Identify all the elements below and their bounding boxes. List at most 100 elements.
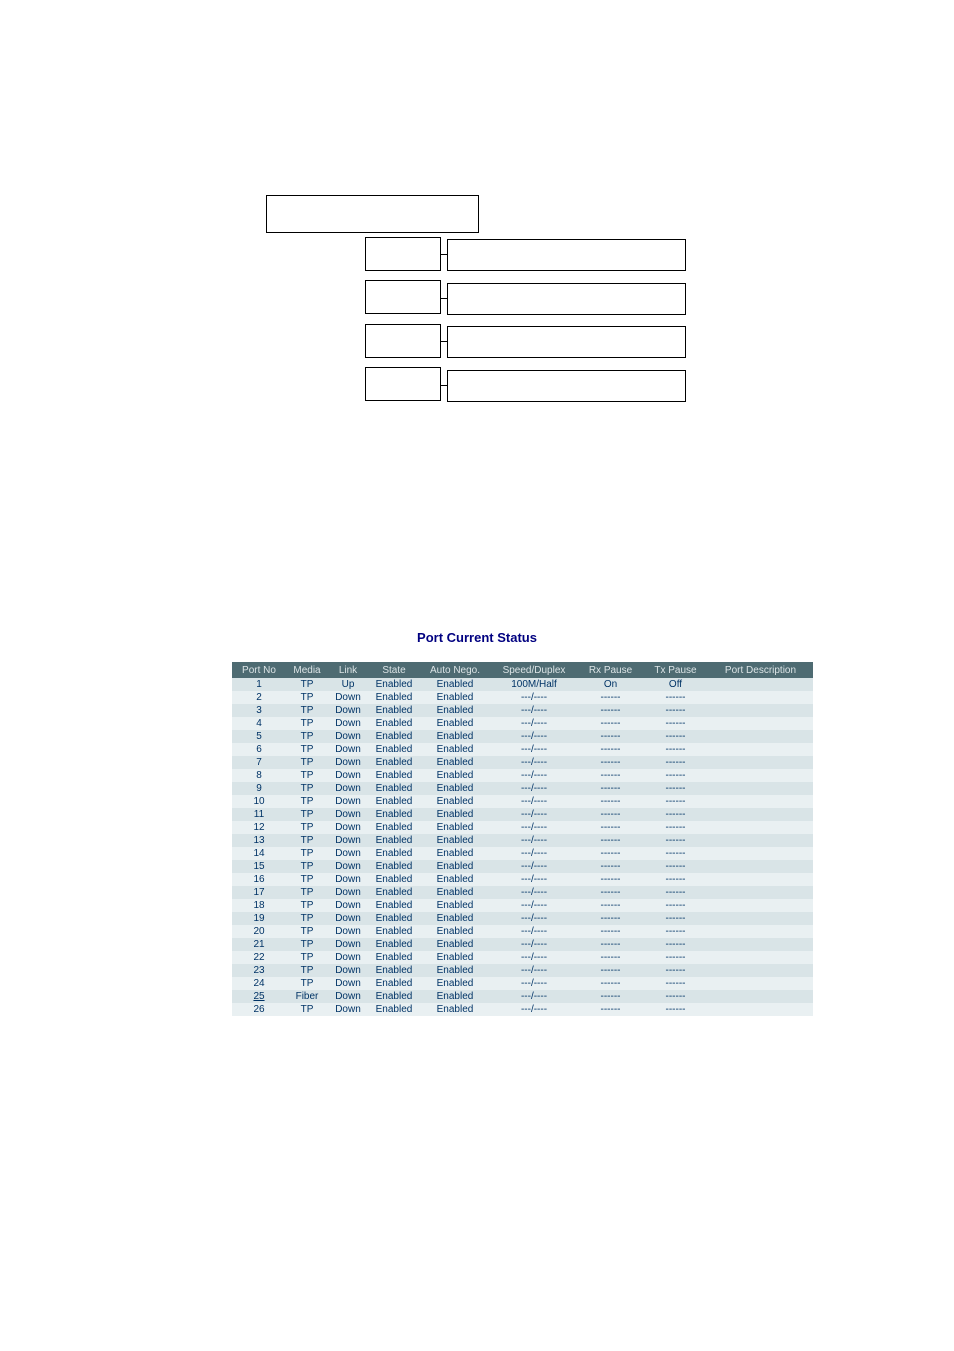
cell-port-no[interactable]: 25 bbox=[232, 990, 286, 1003]
cell-port-no: 24 bbox=[232, 977, 286, 990]
table-row: 24TPDownEnabledEnabled---/--------------… bbox=[232, 977, 813, 990]
th-rx-pause: Rx Pause bbox=[578, 662, 643, 678]
cell-tx-pause: ------ bbox=[643, 769, 708, 782]
cell-port-no: 19 bbox=[232, 912, 286, 925]
table-row: 5TPDownEnabledEnabled---/---------------… bbox=[232, 730, 813, 743]
cell-state: Enabled bbox=[368, 756, 420, 769]
cell-auto-nego: Enabled bbox=[420, 795, 490, 808]
cell-link: Down bbox=[328, 821, 368, 834]
table-row: 14TPDownEnabledEnabled---/--------------… bbox=[232, 847, 813, 860]
cell-state: Enabled bbox=[368, 860, 420, 873]
cell-port-no: 18 bbox=[232, 899, 286, 912]
cell-tx-pause: ------ bbox=[643, 782, 708, 795]
cell-state: Enabled bbox=[368, 873, 420, 886]
cell-link: Down bbox=[328, 769, 368, 782]
cell-state: Enabled bbox=[368, 717, 420, 730]
cell-link: Down bbox=[328, 873, 368, 886]
cell-port-desc bbox=[708, 912, 813, 925]
tree-root-box bbox=[266, 195, 479, 233]
cell-port-no: 8 bbox=[232, 769, 286, 782]
cell-media: TP bbox=[286, 691, 328, 704]
cell-link: Down bbox=[328, 730, 368, 743]
cell-media: TP bbox=[286, 912, 328, 925]
cell-media: TP bbox=[286, 1003, 328, 1016]
table-row: 18TPDownEnabledEnabled---/--------------… bbox=[232, 899, 813, 912]
cell-port-no: 17 bbox=[232, 886, 286, 899]
cell-speed-duplex: ---/---- bbox=[490, 873, 578, 886]
table-row: 17TPDownEnabledEnabled---/--------------… bbox=[232, 886, 813, 899]
cell-link: Down bbox=[328, 756, 368, 769]
tree-branch-right-0 bbox=[447, 239, 686, 271]
cell-state: Enabled bbox=[368, 899, 420, 912]
cell-media: TP bbox=[286, 899, 328, 912]
cell-state: Enabled bbox=[368, 912, 420, 925]
th-port-desc: Port Description bbox=[708, 662, 813, 678]
cell-link: Down bbox=[328, 834, 368, 847]
cell-link: Down bbox=[328, 860, 368, 873]
table-row: 23TPDownEnabledEnabled---/--------------… bbox=[232, 964, 813, 977]
cell-port-no: 4 bbox=[232, 717, 286, 730]
cell-rx-pause: ------ bbox=[578, 899, 643, 912]
cell-port-desc bbox=[708, 873, 813, 886]
th-speed-duplex: Speed/Duplex bbox=[490, 662, 578, 678]
cell-media: TP bbox=[286, 834, 328, 847]
cell-auto-nego: Enabled bbox=[420, 873, 490, 886]
table-row: 15TPDownEnabledEnabled---/--------------… bbox=[232, 860, 813, 873]
table-row: 21TPDownEnabledEnabled---/--------------… bbox=[232, 938, 813, 951]
cell-speed-duplex: ---/---- bbox=[490, 886, 578, 899]
th-auto-nego: Auto Nego. bbox=[420, 662, 490, 678]
cell-port-desc bbox=[708, 756, 813, 769]
cell-speed-duplex: ---/---- bbox=[490, 925, 578, 938]
cell-port-desc bbox=[708, 938, 813, 951]
cell-port-no: 9 bbox=[232, 782, 286, 795]
cell-link: Down bbox=[328, 808, 368, 821]
cell-speed-duplex: ---/---- bbox=[490, 821, 578, 834]
cell-rx-pause: ------ bbox=[578, 717, 643, 730]
cell-port-desc bbox=[708, 860, 813, 873]
cell-rx-pause: ------ bbox=[578, 912, 643, 925]
cell-rx-pause: ------ bbox=[578, 886, 643, 899]
cell-state: Enabled bbox=[368, 691, 420, 704]
cell-auto-nego: Enabled bbox=[420, 717, 490, 730]
cell-speed-duplex: 100M/Half bbox=[490, 678, 578, 691]
cell-tx-pause: ------ bbox=[643, 990, 708, 1003]
table-row: 13TPDownEnabledEnabled---/--------------… bbox=[232, 834, 813, 847]
cell-auto-nego: Enabled bbox=[420, 808, 490, 821]
cell-port-no: 1 bbox=[232, 678, 286, 691]
tree-connector bbox=[440, 385, 447, 386]
th-media: Media bbox=[286, 662, 328, 678]
cell-tx-pause: ------ bbox=[643, 808, 708, 821]
cell-tx-pause: ------ bbox=[643, 925, 708, 938]
cell-speed-duplex: ---/---- bbox=[490, 795, 578, 808]
cell-state: Enabled bbox=[368, 730, 420, 743]
cell-tx-pause: ------ bbox=[643, 873, 708, 886]
table-row: 3TPDownEnabledEnabled---/---------------… bbox=[232, 704, 813, 717]
cell-tx-pause: ------ bbox=[643, 951, 708, 964]
cell-link: Down bbox=[328, 847, 368, 860]
cell-speed-duplex: ---/---- bbox=[490, 912, 578, 925]
cell-auto-nego: Enabled bbox=[420, 886, 490, 899]
cell-link: Down bbox=[328, 951, 368, 964]
cell-port-desc bbox=[708, 769, 813, 782]
cell-state: Enabled bbox=[368, 886, 420, 899]
cell-port-desc bbox=[708, 717, 813, 730]
cell-media: TP bbox=[286, 886, 328, 899]
table-row: 19TPDownEnabledEnabled---/--------------… bbox=[232, 912, 813, 925]
cell-port-no: 6 bbox=[232, 743, 286, 756]
cell-port-no: 2 bbox=[232, 691, 286, 704]
cell-auto-nego: Enabled bbox=[420, 782, 490, 795]
cell-port-no: 21 bbox=[232, 938, 286, 951]
cell-speed-duplex: ---/---- bbox=[490, 769, 578, 782]
cell-tx-pause: ------ bbox=[643, 717, 708, 730]
cell-state: Enabled bbox=[368, 769, 420, 782]
cell-state: Enabled bbox=[368, 977, 420, 990]
cell-auto-nego: Enabled bbox=[420, 1003, 490, 1016]
cell-port-desc bbox=[708, 834, 813, 847]
cell-auto-nego: Enabled bbox=[420, 743, 490, 756]
cell-auto-nego: Enabled bbox=[420, 834, 490, 847]
cell-media: TP bbox=[286, 730, 328, 743]
cell-port-desc bbox=[708, 795, 813, 808]
cell-port-no: 12 bbox=[232, 821, 286, 834]
cell-media: TP bbox=[286, 717, 328, 730]
cell-speed-duplex: ---/---- bbox=[490, 938, 578, 951]
